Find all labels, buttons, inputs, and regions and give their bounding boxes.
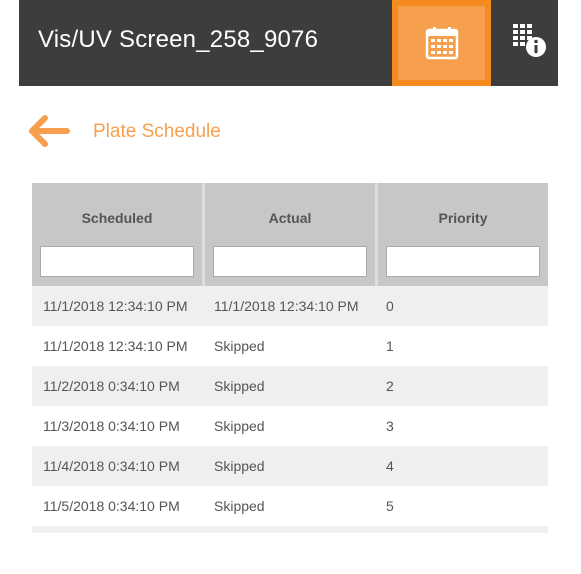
cell-priority: 4 bbox=[386, 458, 394, 474]
cell-scheduled: 11/2/2018 0:34:10 PM bbox=[43, 378, 180, 394]
column-header-priority[interactable]: Priority bbox=[378, 183, 548, 286]
cell-scheduled: 11/3/2018 0:34:10 PM bbox=[43, 418, 180, 434]
column-label: Scheduled bbox=[81, 210, 153, 226]
cell-actual: Skipped bbox=[214, 498, 265, 514]
table-header: Scheduled Actual Priority bbox=[32, 183, 548, 286]
cell-priority: 2 bbox=[386, 378, 394, 394]
filter-input-priority[interactable] bbox=[386, 246, 540, 277]
cell-actual: Skipped bbox=[214, 458, 265, 474]
top-bar: Vis/UV Screen_258_9076 bbox=[19, 0, 558, 86]
schedule-table: Scheduled Actual Priority 11/1/2018 12:3… bbox=[32, 183, 548, 533]
grid-info-icon[interactable] bbox=[509, 20, 549, 60]
cell-scheduled: 11/1/2018 12:34:10 PM bbox=[43, 338, 188, 354]
cell-actual: Skipped bbox=[214, 338, 265, 354]
cell-actual: Skipped bbox=[214, 418, 265, 434]
page-title: Plate Schedule bbox=[93, 121, 221, 142]
column-header-scheduled[interactable]: Scheduled bbox=[32, 183, 205, 286]
app-title: Vis/UV Screen_258_9076 bbox=[38, 26, 319, 53]
filter-input-scheduled[interactable] bbox=[40, 246, 194, 277]
filter-input-actual[interactable] bbox=[213, 246, 367, 277]
cell-priority: 5 bbox=[386, 498, 394, 514]
table-row[interactable]: 11/4/2018 0:34:10 PM Skipped 4 bbox=[32, 446, 548, 486]
cell-priority: 0 bbox=[386, 298, 394, 314]
table-row[interactable]: 11/2/2018 0:34:10 PM Skipped 2 bbox=[32, 366, 548, 406]
cell-scheduled: 11/1/2018 12:34:10 PM bbox=[43, 298, 188, 314]
calendar-icon bbox=[425, 27, 458, 60]
cell-priority: 1 bbox=[386, 338, 394, 354]
cell-actual: Skipped bbox=[214, 378, 265, 394]
cell-actual: 11/1/2018 12:34:10 PM bbox=[214, 298, 359, 314]
calendar-button[interactable] bbox=[392, 0, 491, 86]
cell-scheduled: 11/4/2018 0:34:10 PM bbox=[43, 458, 180, 474]
table-row[interactable]: 11/1/2018 12:34:10 PM 11/1/2018 12:34:10… bbox=[32, 286, 548, 326]
table-row[interactable]: 11/5/2018 0:34:10 PM Skipped 5 bbox=[32, 486, 548, 526]
cell-scheduled: 11/5/2018 0:34:10 PM bbox=[43, 498, 180, 514]
table-footer bbox=[32, 526, 548, 533]
table-row[interactable]: 11/3/2018 0:34:10 PM Skipped 3 bbox=[32, 406, 548, 446]
arrow-left-icon[interactable] bbox=[27, 114, 71, 148]
column-label: Priority bbox=[438, 210, 488, 226]
column-label: Actual bbox=[268, 210, 312, 226]
table-row[interactable]: 11/1/2018 12:34:10 PM Skipped 1 bbox=[32, 326, 548, 366]
cell-priority: 3 bbox=[386, 418, 394, 434]
column-header-actual[interactable]: Actual bbox=[205, 183, 378, 286]
